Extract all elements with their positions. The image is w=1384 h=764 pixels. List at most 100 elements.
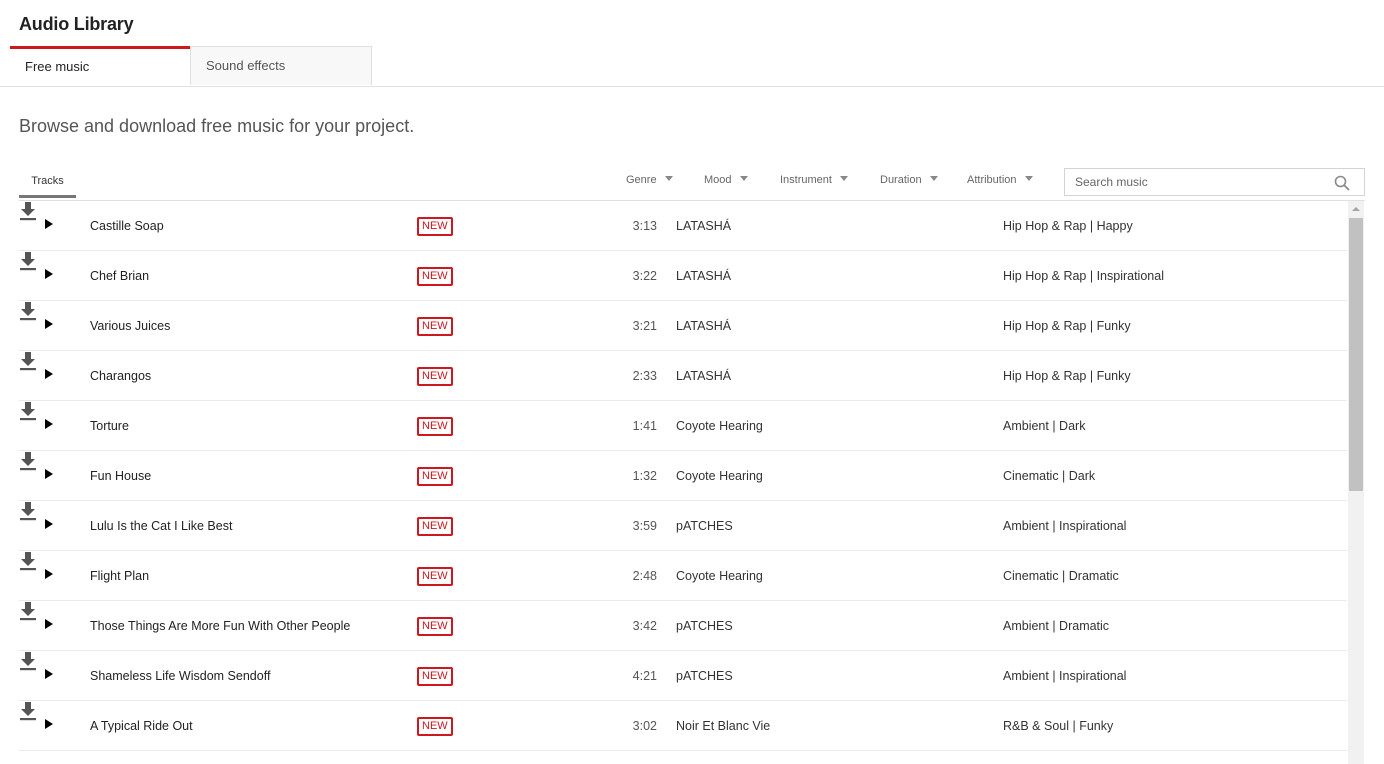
play-icon[interactable] <box>45 619 53 629</box>
duration-filter-dropdown[interactable]: Duration <box>880 174 938 186</box>
scroll-up-arrow-icon[interactable] <box>1352 207 1360 211</box>
track-duration: 4:21 <box>632 669 657 683</box>
download-icon[interactable] <box>19 601 37 621</box>
download-icon[interactable] <box>19 551 37 571</box>
caret-down-icon <box>929 176 938 181</box>
track-duration: 2:33 <box>632 369 657 383</box>
play-icon[interactable] <box>45 369 53 379</box>
track-title: A Typical Ride Out <box>90 719 193 733</box>
track-title: Lulu Is the Cat I Like Best <box>90 519 233 533</box>
caret-down-icon <box>664 176 673 181</box>
new-badge: NEW <box>417 567 453 586</box>
play-icon[interactable] <box>45 519 53 529</box>
track-artist: Coyote Hearing <box>676 419 763 433</box>
track-row[interactable]: Shameless Life Wisdom Sendoff NEW 4:21 pATC… <box>19 651 1347 701</box>
genre-filter-dropdown[interactable]: Genre <box>626 174 673 186</box>
track-artist: pATCHES <box>676 669 733 683</box>
new-badge: NEW <box>417 717 453 736</box>
track-artist: LATASHÁ <box>676 319 732 333</box>
track-title: Various Juices <box>90 319 171 333</box>
genre-filter-label: Genre <box>626 174 657 186</box>
play-icon[interactable] <box>45 569 53 579</box>
instrument-filter-dropdown[interactable]: Instrument <box>780 174 848 186</box>
new-badge: NEW <box>417 467 453 486</box>
track-genre-mood: Hip Hop & Rap | Funky <box>1003 369 1131 383</box>
track-duration: 2:48 <box>632 569 657 583</box>
track-row[interactable]: Lulu Is the Cat I Like Best NEW 3:59 pATCHE… <box>19 501 1347 551</box>
track-genre-mood: Hip Hop & Rap | Funky <box>1003 319 1131 333</box>
track-genre-mood: Hip Hop & Rap | Inspirational <box>1003 269 1164 283</box>
mood-filter-dropdown[interactable]: Mood <box>704 174 748 186</box>
tab-tracks[interactable]: Tracks <box>19 166 76 198</box>
new-badge: NEW <box>417 217 453 236</box>
track-artist: pATCHES <box>676 519 733 533</box>
track-row[interactable]: A Typical Ride Out NEW 3:02 Noir Et Blanc V… <box>19 701 1347 751</box>
track-row[interactable]: Charangos NEW 2:33 LATASHÁ Hip Hop & Rap | F… <box>19 351 1347 401</box>
search-box <box>1064 168 1365 196</box>
track-duration: 1:32 <box>632 469 657 483</box>
new-badge: NEW <box>417 267 453 286</box>
track-artist: pATCHES <box>676 619 733 633</box>
instrument-filter-label: Instrument <box>780 174 832 186</box>
track-title: Fun House <box>90 469 152 483</box>
track-duration: 3:13 <box>632 219 657 233</box>
page-subtitle: Browse and download free music for your … <box>19 116 415 136</box>
track-duration: 3:22 <box>632 269 657 283</box>
search-input[interactable] <box>1065 169 1345 195</box>
duration-filter-label: Duration <box>880 174 922 186</box>
download-icon[interactable] <box>19 401 37 421</box>
download-icon[interactable] <box>19 301 37 321</box>
download-icon[interactable] <box>19 701 37 721</box>
play-icon[interactable] <box>45 669 53 679</box>
caret-down-icon <box>739 176 748 181</box>
track-row[interactable]: Various Juices NEW 3:21 LATASHÁ Hip Hop & Ra… <box>19 301 1347 351</box>
track-row[interactable]: Those Things Are More Fun With Other Peo… <box>19 601 1347 651</box>
tab-sound-effects[interactable]: Sound effects <box>190 46 372 85</box>
track-genre-mood: Ambient | Dramatic <box>1003 619 1110 633</box>
scrollbar[interactable] <box>1348 201 1364 764</box>
track-duration: 3:02 <box>632 719 657 733</box>
download-icon[interactable] <box>19 451 37 471</box>
track-row[interactable]: Fun House NEW 1:32 Coyote Hearing Cinematic … <box>19 451 1347 501</box>
track-row[interactable]: Castille Soap NEW 3:13 LATASHÁ Hip Hop & Rap… <box>19 201 1347 251</box>
track-genre-mood: Ambient | Inspirational <box>1003 519 1127 533</box>
play-icon[interactable] <box>45 319 53 329</box>
new-badge: NEW <box>417 617 453 636</box>
download-icon[interactable] <box>19 251 37 271</box>
tab-free-music[interactable]: Free music <box>10 46 191 86</box>
play-icon[interactable] <box>45 219 53 229</box>
track-list: Castille Soap NEW 3:13 LATASHÁ Hip Hop & Rap… <box>19 201 1347 764</box>
track-artist: Noir Et Blanc Vie <box>676 719 771 733</box>
play-icon[interactable] <box>45 269 53 279</box>
download-icon[interactable] <box>19 651 37 671</box>
track-row[interactable]: Flight Plan NEW 2:48 Coyote Hearing Cinemati… <box>19 551 1347 601</box>
attribution-filter-dropdown[interactable]: Attribution <box>967 174 1033 186</box>
search-icon[interactable] <box>1334 175 1350 191</box>
track-genre-mood: Ambient | Dark <box>1003 419 1086 433</box>
track-title: Castille Soap <box>90 219 164 233</box>
mood-filter-label: Mood <box>704 174 732 186</box>
attribution-filter-label: Attribution <box>967 174 1017 186</box>
play-icon[interactable] <box>45 469 53 479</box>
new-badge: NEW <box>417 367 453 386</box>
tab-bar: Free music Sound effects <box>0 46 1384 87</box>
track-title: Torture <box>90 419 129 433</box>
download-icon[interactable] <box>19 201 37 221</box>
download-icon[interactable] <box>19 501 37 521</box>
scrollbar-thumb[interactable] <box>1349 218 1363 491</box>
track-genre-mood: Cinematic | Dramatic <box>1003 569 1119 583</box>
caret-down-icon <box>1024 176 1033 181</box>
play-icon[interactable] <box>45 719 53 729</box>
play-icon[interactable] <box>45 419 53 429</box>
track-duration: 3:21 <box>632 319 657 333</box>
download-icon[interactable] <box>19 351 37 371</box>
track-row[interactable]: Torture NEW 1:41 Coyote Hearing Ambient | Da… <box>19 401 1347 451</box>
caret-down-icon <box>839 176 848 181</box>
track-genre-mood: R&B & Soul | Funky <box>1003 719 1114 733</box>
track-title: Flight Plan <box>90 569 150 583</box>
track-genre-mood: Ambient | Inspirational <box>1003 669 1127 683</box>
track-genre-mood: Hip Hop & Rap | Happy <box>1003 219 1133 233</box>
track-title: Chef Brian <box>90 269 150 283</box>
track-artist: Coyote Hearing <box>676 469 763 483</box>
track-row[interactable]: Chef Brian NEW 3:22 LATASHÁ Hip Hop & Rap | … <box>19 251 1347 301</box>
